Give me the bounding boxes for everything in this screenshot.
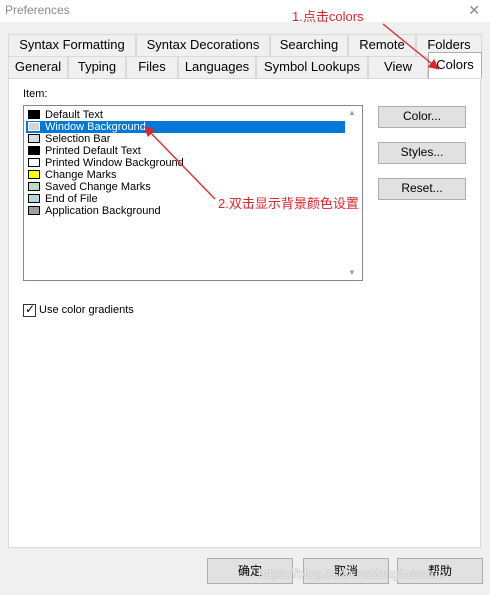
list-item-label: Application Background (45, 205, 161, 217)
list-item[interactable]: Printed Window Background (26, 157, 346, 169)
list-item-label: Selection Bar (45, 133, 111, 145)
annotation-step1: 1.点击colors (292, 9, 364, 24)
list-item-label: Printed Window Background (45, 157, 184, 169)
list-item-label: End of File (45, 193, 98, 205)
list-item-label: Saved Change Marks (45, 181, 151, 193)
annotation-step2: 2.双击显示背景颜色设置 (218, 196, 359, 211)
scroll-up-icon[interactable]: ▲ (348, 108, 356, 117)
color-swatch (28, 170, 40, 179)
tab-files[interactable]: Files (126, 56, 178, 78)
checkbox-box[interactable]: ✓ (23, 302, 36, 317)
list-item-label: Default Text (45, 109, 103, 121)
list-item[interactable]: Default Text (26, 109, 346, 121)
styles-button[interactable]: Styles... (378, 142, 466, 164)
reset-button[interactable]: Reset... (378, 178, 466, 200)
check-icon: ✓ (25, 302, 36, 316)
tab-colors[interactable]: Colors (428, 52, 482, 78)
tab-languages[interactable]: Languages (178, 56, 256, 78)
item-label: Item: (23, 88, 48, 100)
tab-general[interactable]: General (8, 56, 68, 78)
checkbox-label: Use color gradients (39, 304, 134, 316)
close-icon[interactable]: ✕ (468, 2, 480, 19)
color-swatch (28, 182, 40, 191)
list-item-label: Printed Default Text (45, 145, 141, 157)
list-item-label: Window Background (45, 121, 146, 133)
color-swatch (28, 146, 40, 155)
title-bar: Preferences ✕ (0, 0, 490, 22)
color-swatch (28, 194, 40, 203)
list-item[interactable]: Selection Bar (26, 133, 346, 145)
list-item-window-background[interactable]: Window Background (26, 121, 347, 133)
tab-searching[interactable]: Searching (270, 34, 348, 56)
watermark: https://blog.csdn.net/engineerxin (258, 566, 446, 581)
tab-syntax-formatting[interactable]: Syntax Formatting (8, 34, 136, 56)
tab-symbol-lookups[interactable]: Symbol Lookups (256, 56, 368, 78)
tab-remote[interactable]: Remote (348, 34, 416, 56)
color-swatch (28, 206, 40, 215)
list-item-label: Change Marks (45, 169, 117, 181)
color-swatch (28, 158, 40, 167)
color-swatch (28, 110, 40, 119)
color-button[interactable]: Color... (378, 106, 466, 128)
tab-view[interactable]: View (368, 56, 428, 78)
list-item[interactable]: Change Marks (26, 169, 346, 181)
color-swatch (28, 122, 40, 131)
scroll-down-icon[interactable]: ▼ (348, 268, 356, 277)
list-item[interactable]: Saved Change Marks (26, 181, 346, 193)
tab-syntax-decorations[interactable]: Syntax Decorations (136, 34, 270, 56)
list-item[interactable]: Printed Default Text (26, 145, 346, 157)
tab-typing[interactable]: Typing (68, 56, 126, 78)
color-swatch (28, 134, 40, 143)
window-title: Preferences (5, 3, 70, 17)
